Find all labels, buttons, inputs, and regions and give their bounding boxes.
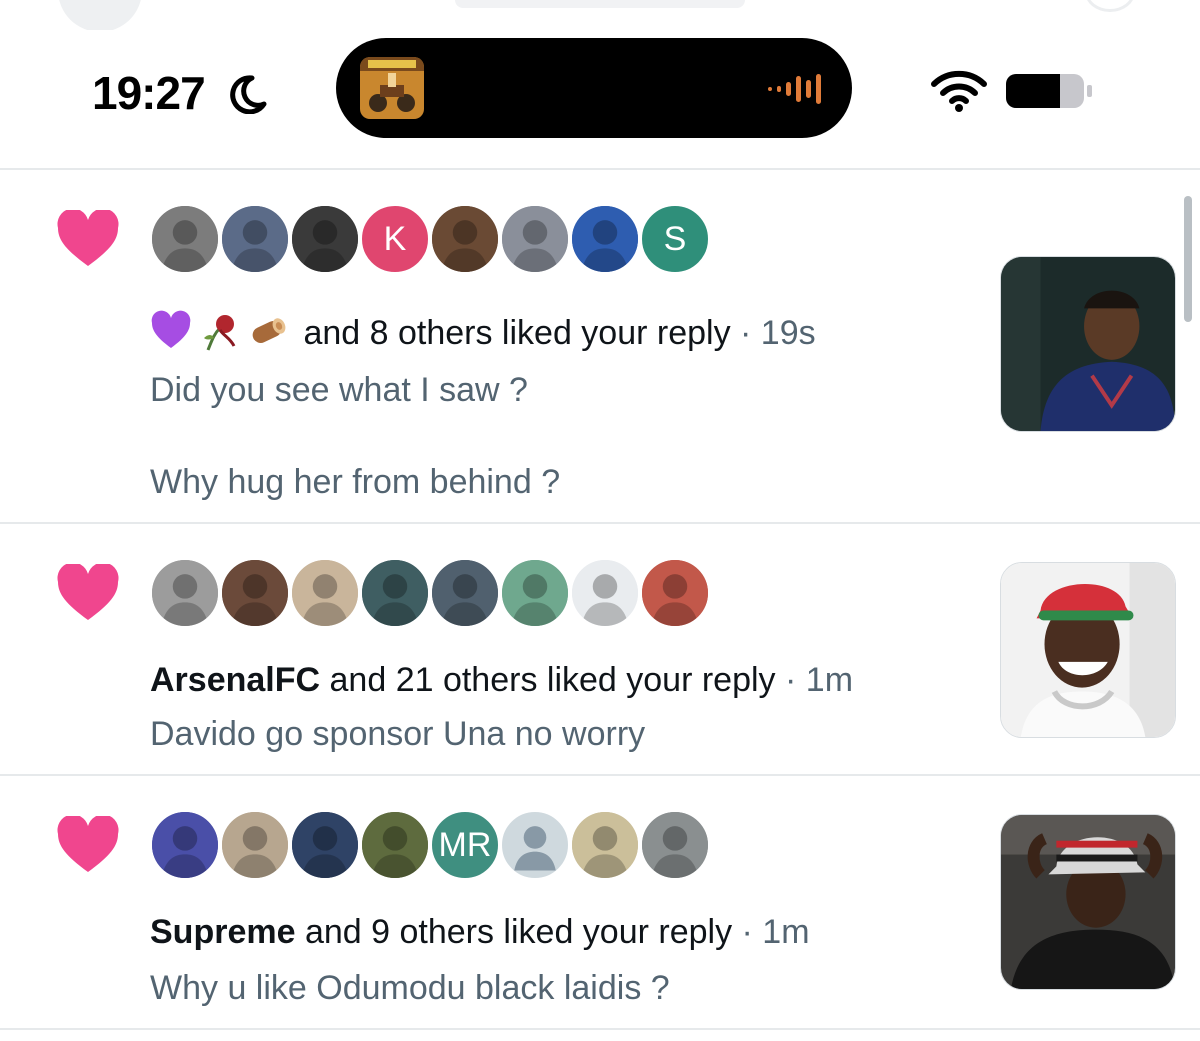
profile-avatar[interactable] <box>58 0 142 30</box>
avatar-photo <box>292 206 358 272</box>
heart-icon <box>57 564 119 620</box>
avatar[interactable] <box>220 204 290 274</box>
avatar[interactable] <box>570 810 640 880</box>
avatar[interactable] <box>640 558 710 628</box>
actor-name[interactable]: Supreme <box>150 913 296 951</box>
timestamp: · 19s <box>740 314 816 352</box>
avatar[interactable] <box>500 204 570 274</box>
actor-name[interactable]: ArsenalFC <box>150 661 320 699</box>
post-thumbnail[interactable] <box>1000 562 1176 738</box>
avatar[interactable]: S <box>640 204 710 274</box>
avatar-photo <box>222 812 288 878</box>
post-thumbnail[interactable] <box>1000 256 1176 432</box>
audio-waveform-icon <box>768 74 821 104</box>
avatar[interactable] <box>290 810 360 880</box>
status-bar: 19:27 <box>0 30 1200 150</box>
moon-icon <box>230 75 267 114</box>
avatar-row <box>150 558 730 632</box>
avatar[interactable] <box>150 558 220 628</box>
summary-text: and 8 others liked your reply <box>303 314 731 352</box>
page-title <box>455 0 745 8</box>
avatar-photo <box>502 206 568 272</box>
avatar-photo <box>642 560 708 626</box>
avatar[interactable] <box>150 810 220 880</box>
wifi-icon <box>931 70 987 112</box>
notification-item[interactable]: ArsenalFC and 21 others liked your reply… <box>0 524 1200 774</box>
avatar[interactable] <box>570 204 640 274</box>
avatar[interactable] <box>220 558 290 628</box>
notifications-screen: 19:27 K S and 8 others liked your reply … <box>0 0 1200 1041</box>
avatar[interactable] <box>640 810 710 880</box>
avatar-photo <box>572 812 638 878</box>
avatar[interactable] <box>290 558 360 628</box>
avatar-photo <box>432 206 498 272</box>
avatar[interactable] <box>570 558 640 628</box>
avatar[interactable] <box>430 558 500 628</box>
summary-text: and 21 others liked your reply <box>329 661 776 699</box>
avatar-photo <box>502 560 568 626</box>
notification-summary: Supreme and 9 others liked your reply · … <box>150 910 810 954</box>
avatar[interactable]: MR <box>430 810 500 880</box>
summary-text: and 9 others liked your reply <box>304 913 733 951</box>
battery-icon <box>1006 74 1092 108</box>
avatar[interactable] <box>430 204 500 274</box>
faded-header <box>0 0 1200 30</box>
scrollbar[interactable] <box>1184 196 1192 322</box>
avatar-photo <box>152 812 218 878</box>
person-icon <box>514 826 556 871</box>
status-time: 19:27 <box>92 67 206 119</box>
album-art-icon <box>360 57 424 119</box>
avatar-photo <box>222 206 288 272</box>
avatar[interactable]: K <box>360 204 430 274</box>
avatar-photo <box>152 206 218 272</box>
gear-icon[interactable] <box>1085 0 1135 12</box>
post-thumbnail[interactable] <box>1000 814 1176 990</box>
wood-log-icon <box>252 318 286 343</box>
notification-summary: and 8 others liked your reply · 19s <box>150 310 816 355</box>
reply-text: Davido go sponsor Una no worry <box>150 715 646 753</box>
avatar-row: MR <box>150 810 730 884</box>
avatar-photo <box>222 560 288 626</box>
avatar[interactable] <box>360 558 430 628</box>
avatar-photo <box>292 560 358 626</box>
notification-item[interactable]: KS and 8 others liked your reply · 19s D… <box>0 170 1200 522</box>
purple-heart-icon <box>151 310 191 348</box>
default-avatar-icon[interactable] <box>500 810 570 880</box>
divider <box>0 1028 1200 1030</box>
reply-text: Why u like Odumodu black laidis ? <box>150 969 670 1007</box>
avatar[interactable] <box>150 204 220 274</box>
notification-item[interactable]: MR Supreme and 9 others liked your reply… <box>0 776 1200 1028</box>
avatar-photo <box>152 560 218 626</box>
reply-text: Did you see what I saw ? <box>150 371 528 409</box>
avatar-photo <box>572 206 638 272</box>
reply-text: Why hug her from behind ? <box>150 463 561 501</box>
avatar-photo <box>292 812 358 878</box>
timestamp: · 1m <box>741 913 810 951</box>
avatar-photo <box>362 812 428 878</box>
avatar-photo <box>432 560 498 626</box>
avatar[interactable] <box>290 204 360 274</box>
notification-summary: ArsenalFC and 21 others liked your reply… <box>150 658 853 702</box>
heart-icon <box>57 210 119 266</box>
avatar-photo <box>572 560 638 626</box>
timestamp: · 1m <box>785 661 854 699</box>
avatar-photo <box>362 560 428 626</box>
heart-icon <box>57 816 119 872</box>
avatar-row: KS <box>150 204 730 278</box>
dynamic-island[interactable] <box>336 38 852 138</box>
wilted-rose-icon <box>204 315 236 351</box>
avatar[interactable] <box>220 810 290 880</box>
avatar-photo <box>642 812 708 878</box>
avatar[interactable] <box>500 558 570 628</box>
avatar[interactable] <box>360 810 430 880</box>
